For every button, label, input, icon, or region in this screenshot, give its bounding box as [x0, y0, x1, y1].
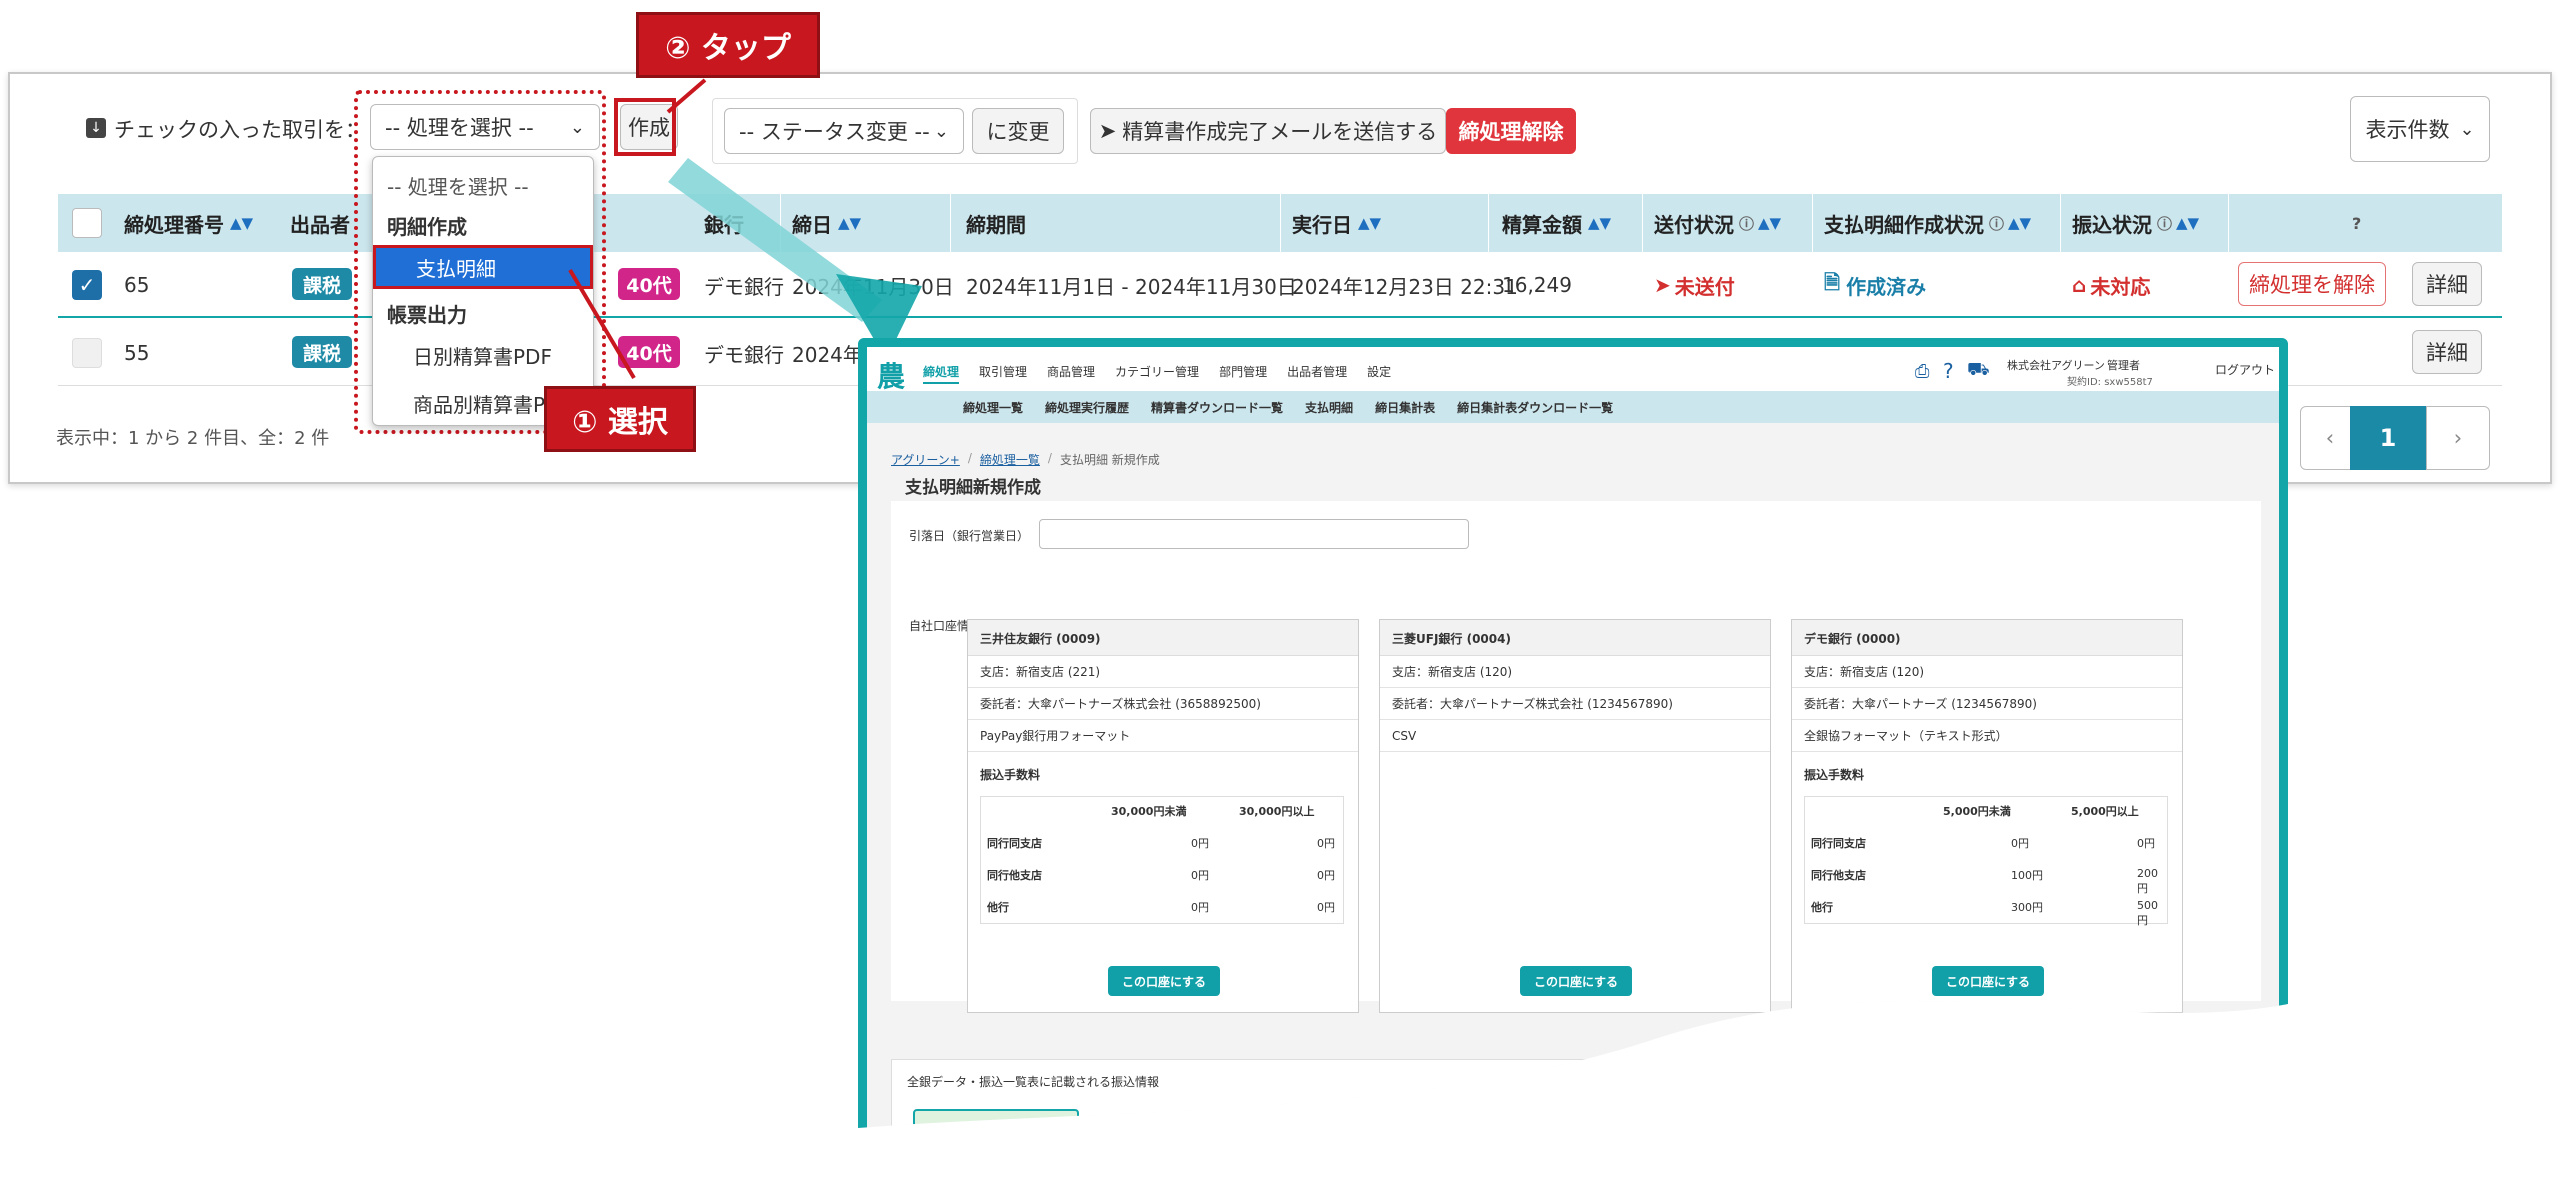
nav-closing[interactable]: 締処理 [923, 363, 959, 384]
fee-row-label: 同行同支店 [987, 837, 1042, 850]
account-card: 三菱UFJ銀行 (0004) 支店：新宿支店 (120) 委託者：大傘パートナー… [1379, 619, 1771, 1013]
fee-value: 100円 [2011, 869, 2043, 882]
breadcrumb-closing-list[interactable]: 締処理一覧 [980, 451, 1040, 468]
logout-link[interactable]: ログアウト [2215, 361, 2275, 378]
subnav-summary-download[interactable]: 締日集計表ダウンロード一覧 [1457, 399, 1613, 416]
zengin-title: 全銀データ・振込一覧表に記載される振込情報 [907, 1075, 1160, 1089]
breadcrumb-home[interactable]: アグリーン+ [891, 451, 960, 468]
fee-value: 0円 [2011, 837, 2029, 850]
bank-name: デモ銀行 (0000) [1804, 632, 1901, 646]
fee-value: 300円 [2011, 901, 2043, 914]
company-name: 株式会社アグリーン [2007, 359, 2105, 372]
client: 委託者：大傘パートナーズ株式会社 (1234567890) [1380, 688, 1770, 720]
role: 管理者 [2107, 359, 2140, 372]
client: 委託者：大傘パートナーズ株式会社 (3658892500) [968, 688, 1358, 720]
client: 委託者：大傘パートナーズ (1234567890) [1792, 688, 2182, 720]
printer-icon[interactable]: ⎙ [1915, 361, 1929, 382]
subnav-closing-list[interactable]: 締処理一覧 [963, 399, 1023, 416]
fee-title: 振込手数料 [980, 768, 1041, 782]
nav-settings[interactable]: 設定 [1367, 363, 1391, 384]
page-title: 支払明細新規作成 [905, 478, 1041, 498]
branch: 支店：新宿支店 (221) [968, 656, 1358, 688]
format: CSV [1380, 720, 1770, 752]
fee-value: 0円 [1317, 869, 1335, 882]
contract-id: 契約ID: sxw558t7 [2067, 377, 2153, 388]
fee-row-label: 同行他支店 [1811, 869, 1866, 882]
fee-row-label: 他行 [987, 901, 1009, 914]
fee-col: 30,000円未満 [1111, 805, 1187, 818]
nav-departments[interactable]: 部門管理 [1219, 363, 1267, 384]
breadcrumb-current: 支払明細 新規作成 [1059, 453, 1160, 467]
subnav-summary[interactable]: 締日集計表 [1375, 399, 1435, 416]
top-nav: 締処理 取引管理 商品管理 カテゴリー管理 部門管理 出品者管理 設定 [923, 363, 1391, 384]
fee-value: 0円 [2137, 837, 2155, 850]
fee-title: 振込手数料 [1804, 768, 1865, 782]
nav-transactions[interactable]: 取引管理 [979, 363, 1027, 384]
account-card: 三井住友銀行 (0009) 支店：新宿支店 (221) 委託者：大傘パートナーズ… [967, 619, 1359, 1013]
withdraw-date-input[interactable] [1039, 519, 1469, 549]
select-account-button[interactable]: この口座にする [1108, 966, 1220, 996]
fee-col: 5,000円以上 [2071, 805, 2139, 818]
fee-value: 0円 [1191, 869, 1209, 882]
logo: 農 [877, 360, 906, 393]
fee-row-label: 同行他支店 [987, 869, 1042, 882]
fee-col: 5,000円未満 [1943, 805, 2011, 818]
fee-value: 0円 [1191, 837, 1209, 850]
nav-sellers[interactable]: 出品者管理 [1287, 363, 1347, 384]
format: PayPay銀行用フォーマット [968, 720, 1358, 752]
callout-tap: ② タップ [636, 12, 820, 78]
fee-col: 30,000円以上 [1239, 805, 1315, 818]
account-card: デモ銀行 (0000) 支店：新宿支店 (120) 委託者：大傘パートナーズ (… [1791, 619, 2183, 1013]
fee-value: 0円 [1191, 901, 1209, 914]
bank-name: 三井住友銀行 (0009) [980, 632, 1101, 646]
format: 全銀協フォーマット（テキスト形式） [1792, 720, 2182, 752]
fee-value: 0円 [1317, 837, 1335, 850]
subnav-history[interactable]: 締処理実行履歴 [1045, 399, 1129, 416]
callout-select: ① 選択 [544, 386, 696, 452]
fee-table: 5,000円未満 5,000円以上 同行同支店 0円 0円 同行他支店 100円… [1804, 796, 2168, 924]
select-account-button[interactable]: この口座にする [1520, 966, 1632, 996]
nav-categories[interactable]: カテゴリー管理 [1115, 363, 1199, 384]
fee-table: 30,000円未満 30,000円以上 同行同支店 0円 0円 同行他支店 0円… [980, 796, 1344, 924]
subnav-statement[interactable]: 支払明細 [1305, 399, 1353, 416]
fee-row-label: 他行 [1811, 901, 1833, 914]
help-icon[interactable]: ? [1943, 359, 1954, 383]
fee-row-label: 同行同支店 [1811, 837, 1866, 850]
subnav-download[interactable]: 精算書ダウンロード一覧 [1151, 399, 1283, 416]
branch: 支店：新宿支店 (120) [1380, 656, 1770, 688]
bank-name: 三菱UFJ銀行 (0004) [1392, 632, 1511, 646]
cart-icon[interactable]: ⛟ [1967, 359, 1990, 383]
nav-products[interactable]: 商品管理 [1047, 363, 1095, 384]
withdraw-date-label: 引落日（銀行営業日） [909, 529, 1030, 543]
breadcrumb: アグリーン+ / 締処理一覧 / 支払明細 新規作成 [891, 451, 1160, 468]
fee-value: 500円 [2137, 899, 2158, 927]
branch: 支店：新宿支店 (120) [1792, 656, 2182, 688]
sub-nav: 締処理一覧 締処理実行履歴 精算書ダウンロード一覧 支払明細 締日集計表 締日集… [867, 391, 2287, 423]
fee-value: 0円 [1317, 901, 1335, 914]
fee-value: 200円 [2137, 867, 2158, 895]
select-account-button[interactable]: この口座にする [1932, 966, 2044, 996]
